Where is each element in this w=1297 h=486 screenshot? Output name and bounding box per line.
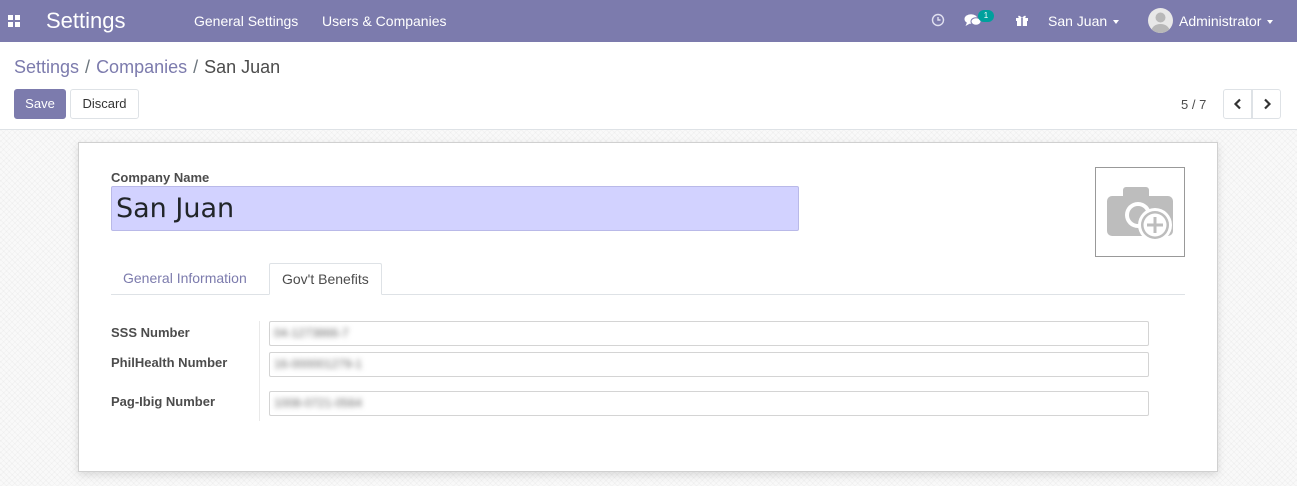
breadcrumb: Settings / Companies / San Juan	[14, 57, 280, 78]
sss-number-value: 04-1273866-7	[274, 326, 349, 340]
company-switcher-label: San Juan	[1048, 13, 1108, 29]
message-count-badge: 1	[978, 10, 994, 22]
breadcrumb-current: San Juan	[204, 57, 281, 77]
pag-ibig-number-value: 1008-0721-0564	[274, 396, 363, 410]
discard-button[interactable]: Discard	[70, 89, 139, 119]
breadcrumb-companies[interactable]: Companies	[96, 57, 187, 77]
sss-number-label: SSS Number	[111, 325, 190, 340]
tab-general-information[interactable]: General Information	[111, 263, 259, 295]
apps-grid-icon[interactable]	[8, 15, 20, 27]
breadcrumb-separator: /	[193, 57, 199, 77]
chevron-right-icon	[1263, 98, 1271, 110]
philhealth-number-label: PhilHealth Number	[111, 355, 228, 370]
field-column-divider	[259, 321, 260, 421]
gift-icon[interactable]	[1015, 13, 1029, 30]
caret-down-icon	[1267, 20, 1274, 25]
clock-icon[interactable]	[931, 13, 945, 30]
user-avatar[interactable]	[1148, 8, 1173, 33]
user-menu-label: Administrator	[1179, 13, 1262, 29]
user-menu[interactable]: Administrator	[1179, 13, 1274, 29]
philhealth-number-input[interactable]: 16-000001279-1	[269, 352, 1149, 377]
company-switcher[interactable]: San Juan	[1048, 13, 1120, 29]
camera-plus-icon	[1107, 187, 1173, 242]
menu-general-settings[interactable]: General Settings	[194, 13, 298, 29]
company-name-input[interactable]: San Juan	[111, 186, 799, 231]
menu-users-companies[interactable]: Users & Companies	[322, 13, 447, 29]
breadcrumb-settings[interactable]: Settings	[14, 57, 79, 77]
app-title: Settings	[46, 8, 126, 33]
chevron-left-icon	[1233, 98, 1241, 110]
pager-value[interactable]: 5 / 7	[1181, 97, 1206, 112]
tab-govt-benefits[interactable]: Gov't Benefits	[269, 263, 382, 295]
top-navbar: Settings General Settings Users & Compan…	[0, 0, 1297, 42]
save-button[interactable]: Save	[14, 89, 66, 119]
breadcrumb-separator: /	[85, 57, 91, 77]
company-logo-upload[interactable]	[1095, 167, 1185, 257]
pager-next-button[interactable]	[1252, 89, 1281, 119]
pag-ibig-number-input[interactable]: 1008-0721-0564	[269, 391, 1149, 416]
pag-ibig-number-label: Pag-Ibig Number	[111, 394, 216, 409]
philhealth-number-value: 16-000001279-1	[274, 357, 363, 371]
caret-down-icon	[1113, 20, 1120, 25]
control-panel: Settings / Companies / San Juan Save Discard…	[0, 42, 1297, 130]
sss-number-input[interactable]: 04-1273866-7	[269, 321, 1149, 346]
pager-previous-button[interactable]	[1223, 89, 1252, 119]
company-name-label: Company Name	[111, 170, 210, 185]
